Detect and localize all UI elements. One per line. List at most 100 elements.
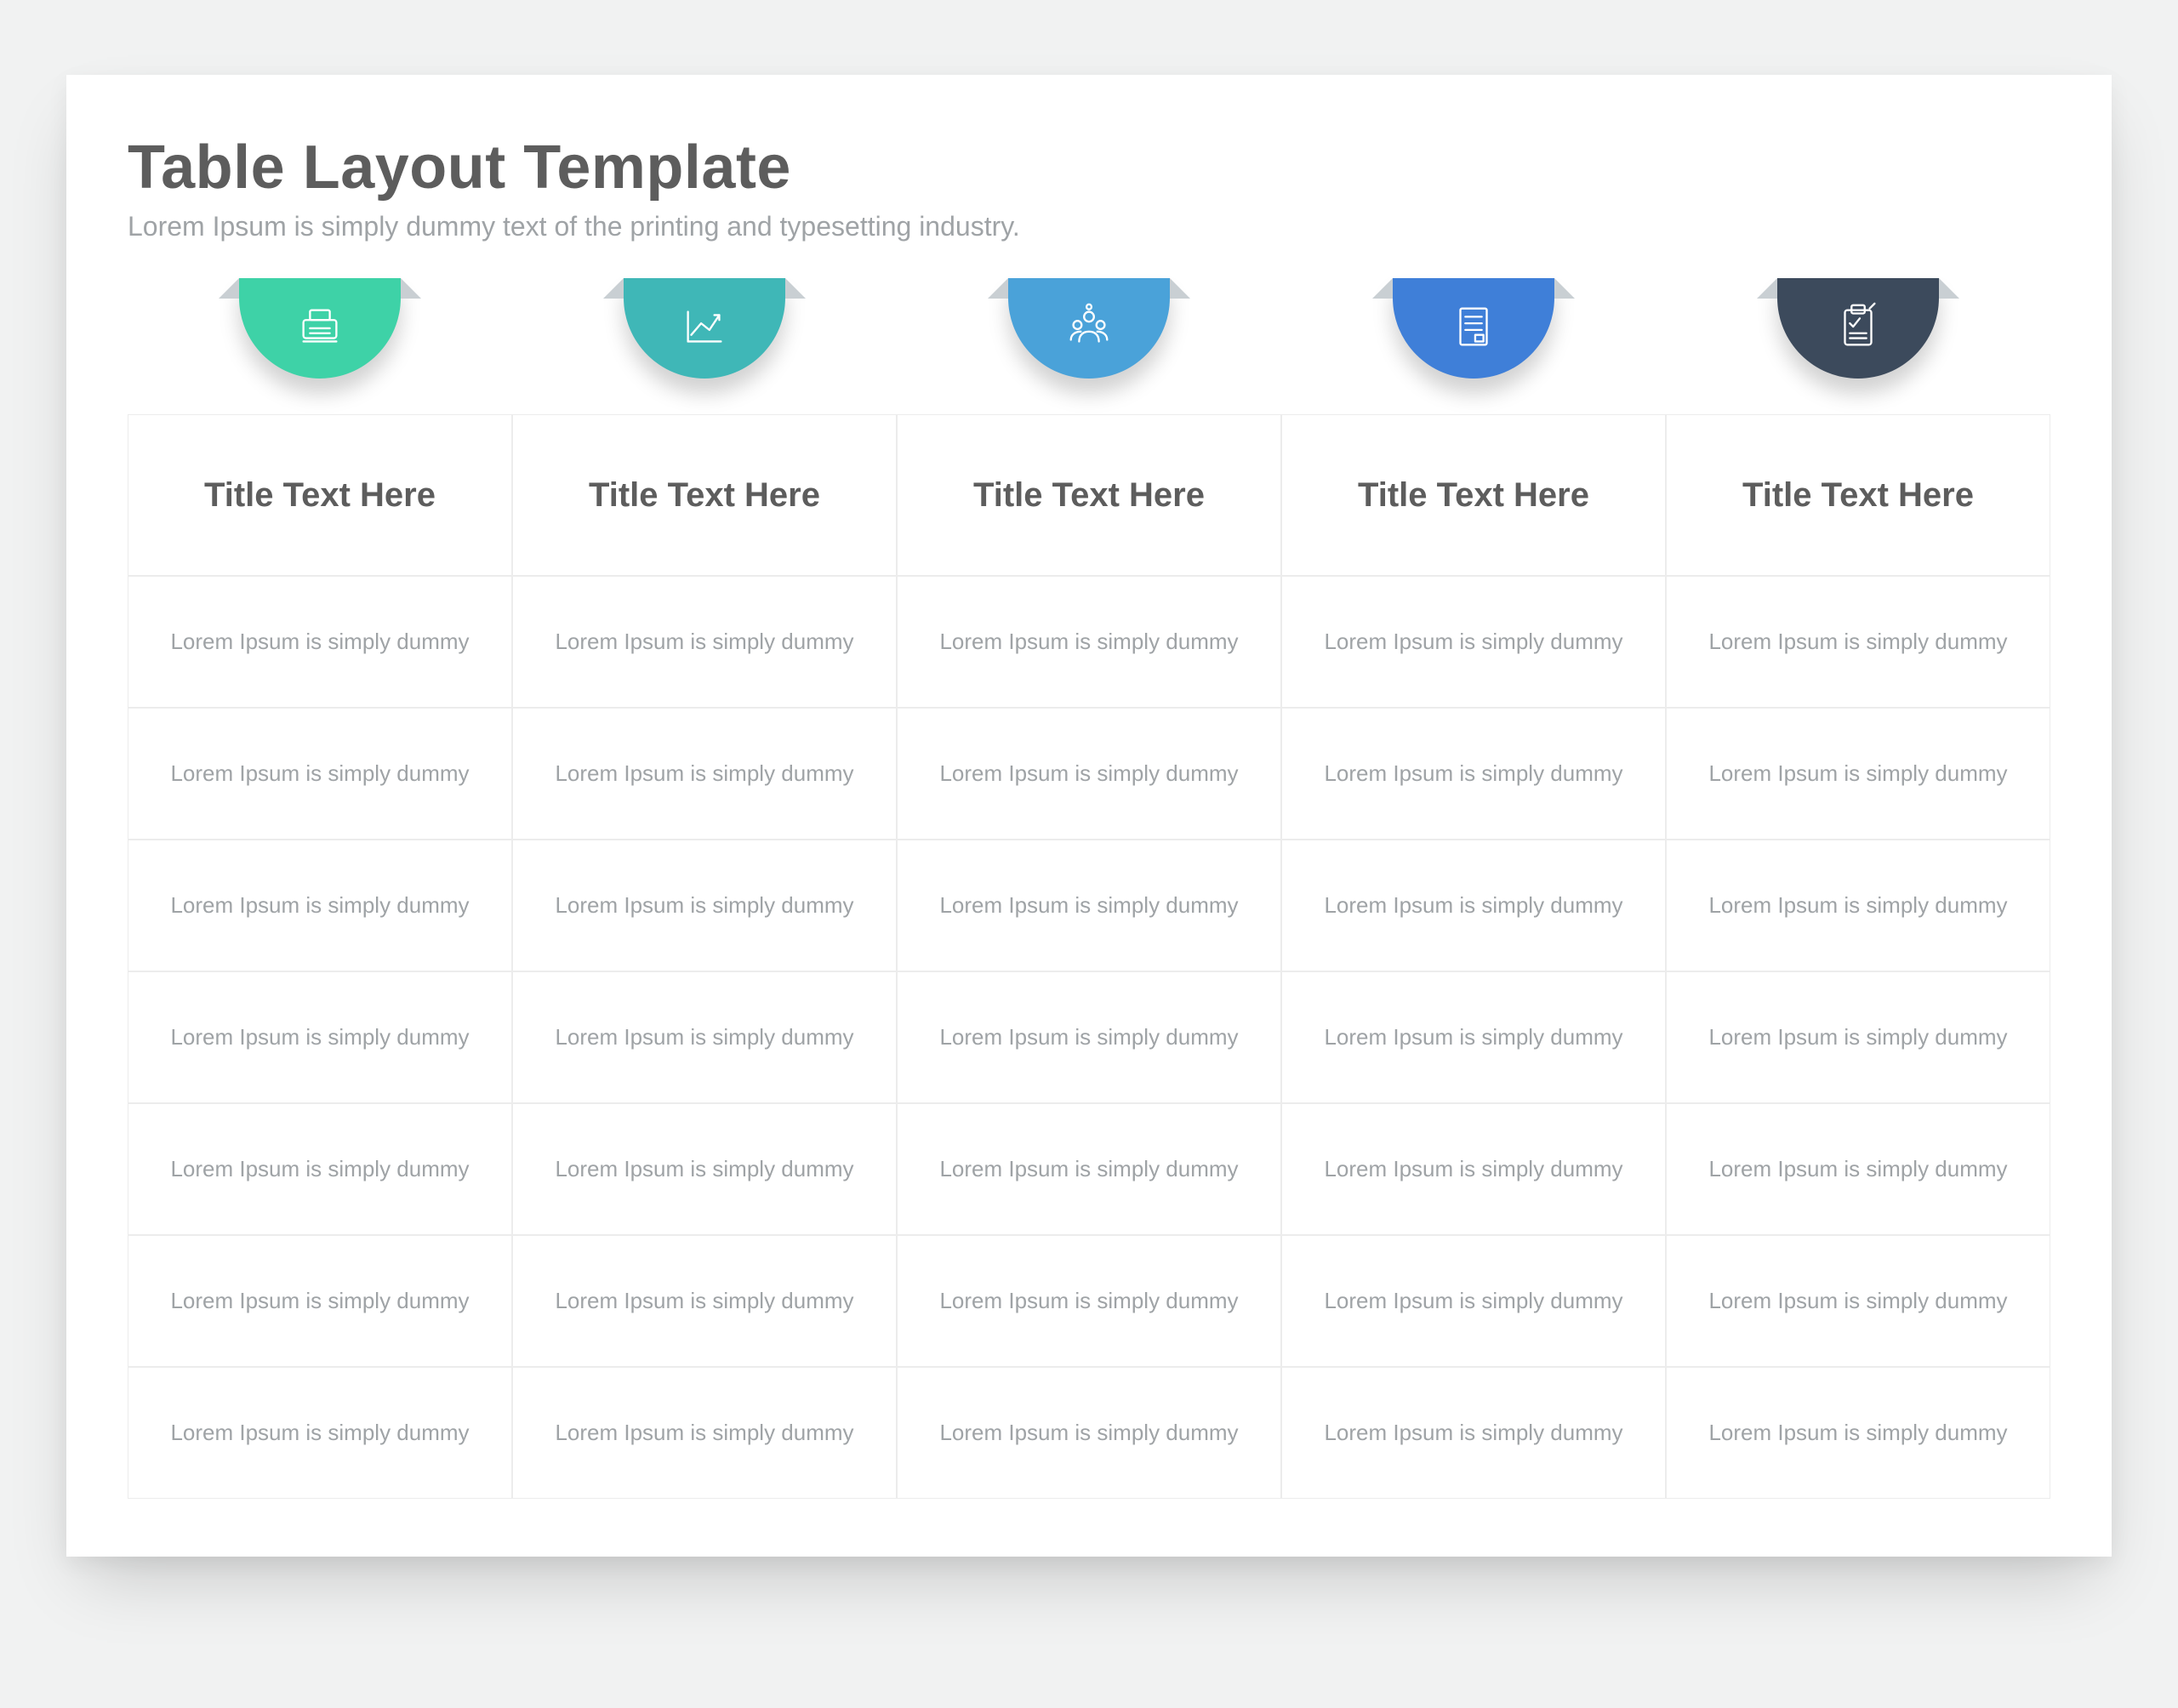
- column-header: Title Text Here: [897, 414, 1281, 576]
- table-cell: Lorem Ipsum is simply dummy: [1281, 708, 1666, 840]
- table-cell-text: Lorem Ipsum is simply dummy: [170, 629, 469, 655]
- table-cell: Lorem Ipsum is simply dummy: [512, 971, 897, 1103]
- clipboard-icon: [1832, 300, 1884, 357]
- table-cell-text: Lorem Ipsum is simply dummy: [939, 1024, 1238, 1050]
- table-cell: Lorem Ipsum is simply dummy: [512, 1367, 897, 1499]
- tab-fold-right: [1554, 278, 1575, 299]
- table-cell-text: Lorem Ipsum is simply dummy: [1324, 760, 1622, 787]
- table-cell-text: Lorem Ipsum is simply dummy: [939, 760, 1238, 787]
- table-cell: Lorem Ipsum is simply dummy: [128, 576, 512, 708]
- document-icon: [1447, 300, 1500, 357]
- table-cell-text: Lorem Ipsum is simply dummy: [939, 1420, 1238, 1446]
- table-cell: Lorem Ipsum is simply dummy: [897, 971, 1281, 1103]
- table-cell: Lorem Ipsum is simply dummy: [897, 1367, 1281, 1499]
- table-cell: Lorem Ipsum is simply dummy: [1666, 1103, 2050, 1235]
- team-icon: [1063, 300, 1115, 357]
- table-cell-text: Lorem Ipsum is simply dummy: [1708, 760, 2007, 787]
- tab-fold-left: [1372, 278, 1393, 299]
- tab-fold-right: [1170, 278, 1190, 299]
- table-cell-text: Lorem Ipsum is simply dummy: [939, 1156, 1238, 1182]
- table-cell-text: Lorem Ipsum is simply dummy: [555, 1156, 853, 1182]
- column-tab-row: [66, 259, 2112, 414]
- tab-fold-left: [988, 278, 1008, 299]
- chart-icon: [678, 300, 731, 357]
- table-cell-text: Lorem Ipsum is simply dummy: [1324, 629, 1622, 655]
- column-tab-3: [897, 278, 1281, 414]
- table-cell-text: Lorem Ipsum is simply dummy: [170, 892, 469, 919]
- column-header: Title Text Here: [1666, 414, 2050, 576]
- table-cell: Lorem Ipsum is simply dummy: [512, 840, 897, 971]
- table-cell-text: Lorem Ipsum is simply dummy: [1708, 1024, 2007, 1050]
- table-cell-text: Lorem Ipsum is simply dummy: [555, 1420, 853, 1446]
- column-tab-2: [512, 278, 897, 414]
- tab-fold-right: [785, 278, 806, 299]
- column-tab-badge: [1777, 278, 1939, 379]
- table-cell: Lorem Ipsum is simply dummy: [128, 1235, 512, 1367]
- table-cell: Lorem Ipsum is simply dummy: [1666, 840, 2050, 971]
- table-cell: Lorem Ipsum is simply dummy: [897, 1235, 1281, 1367]
- table-cell: Lorem Ipsum is simply dummy: [897, 708, 1281, 840]
- table-cell: Lorem Ipsum is simply dummy: [1666, 1235, 2050, 1367]
- column-tab-4: [1281, 278, 1666, 414]
- table-cell: Lorem Ipsum is simply dummy: [128, 1367, 512, 1499]
- column-tab-badge: [624, 278, 785, 379]
- table-cell: Lorem Ipsum is simply dummy: [1281, 576, 1666, 708]
- table-cell-text: Lorem Ipsum is simply dummy: [555, 892, 853, 919]
- table-cell-text: Lorem Ipsum is simply dummy: [555, 760, 853, 787]
- table-cell: Lorem Ipsum is simply dummy: [1666, 1367, 2050, 1499]
- table-cell-text: Lorem Ipsum is simply dummy: [939, 629, 1238, 655]
- table-cell: Lorem Ipsum is simply dummy: [1281, 840, 1666, 971]
- table-cell: Lorem Ipsum is simply dummy: [1281, 971, 1666, 1103]
- column-tab-1: [128, 278, 512, 414]
- page-subtitle: Lorem Ipsum is simply dummy text of the …: [128, 211, 2050, 242]
- table-cell-text: Lorem Ipsum is simply dummy: [555, 1024, 853, 1050]
- tab-fold-left: [1757, 278, 1777, 299]
- table-cell: Lorem Ipsum is simply dummy: [1281, 1367, 1666, 1499]
- page-title: Table Layout Template: [128, 133, 2050, 202]
- slide: Table Layout Template Lorem Ipsum is sim…: [66, 75, 2112, 1557]
- table-cell: Lorem Ipsum is simply dummy: [512, 1103, 897, 1235]
- column-header-label: Title Text Here: [204, 476, 436, 515]
- column-header-label: Title Text Here: [1742, 476, 1974, 515]
- tab-fold-right: [401, 278, 421, 299]
- table-cell-text: Lorem Ipsum is simply dummy: [1708, 1288, 2007, 1314]
- column-header: Title Text Here: [128, 414, 512, 576]
- column-header-label: Title Text Here: [589, 476, 820, 515]
- table-cell-text: Lorem Ipsum is simply dummy: [1324, 1420, 1622, 1446]
- typewriter-icon: [294, 300, 346, 357]
- column-tab-badge: [1393, 278, 1554, 379]
- table-cell-text: Lorem Ipsum is simply dummy: [1708, 1420, 2007, 1446]
- table-cell: Lorem Ipsum is simply dummy: [1666, 576, 2050, 708]
- table-cell-text: Lorem Ipsum is simply dummy: [555, 1288, 853, 1314]
- table-cell: Lorem Ipsum is simply dummy: [1281, 1103, 1666, 1235]
- tab-fold-left: [603, 278, 624, 299]
- table-cell: Lorem Ipsum is simply dummy: [512, 708, 897, 840]
- table-cell: Lorem Ipsum is simply dummy: [128, 840, 512, 971]
- data-table: Title Text Here Title Text Here Title Text…: [128, 414, 2050, 1499]
- column-tab-5: [1666, 278, 2050, 414]
- table-cell: Lorem Ipsum is simply dummy: [128, 1103, 512, 1235]
- slide-header: Table Layout Template Lorem Ipsum is sim…: [66, 75, 2112, 259]
- table-cell-text: Lorem Ipsum is simply dummy: [939, 1288, 1238, 1314]
- table-cell: Lorem Ipsum is simply dummy: [1666, 971, 2050, 1103]
- table-cell: Lorem Ipsum is simply dummy: [1666, 708, 2050, 840]
- table-cell: Lorem Ipsum is simply dummy: [897, 576, 1281, 708]
- table-cell-text: Lorem Ipsum is simply dummy: [1708, 892, 2007, 919]
- table-cell: Lorem Ipsum is simply dummy: [1281, 1235, 1666, 1367]
- table-cell-text: Lorem Ipsum is simply dummy: [1324, 1156, 1622, 1182]
- table-cell-text: Lorem Ipsum is simply dummy: [1708, 1156, 2007, 1182]
- table-cell-text: Lorem Ipsum is simply dummy: [170, 1156, 469, 1182]
- table-cell-text: Lorem Ipsum is simply dummy: [1324, 892, 1622, 919]
- table-cell-text: Lorem Ipsum is simply dummy: [170, 1420, 469, 1446]
- column-header-label: Title Text Here: [973, 476, 1205, 515]
- table-cell-text: Lorem Ipsum is simply dummy: [170, 760, 469, 787]
- table-cell-text: Lorem Ipsum is simply dummy: [939, 892, 1238, 919]
- table-cell: Lorem Ipsum is simply dummy: [897, 1103, 1281, 1235]
- table-cell-text: Lorem Ipsum is simply dummy: [1324, 1024, 1622, 1050]
- table-cell: Lorem Ipsum is simply dummy: [128, 708, 512, 840]
- column-header-label: Title Text Here: [1358, 476, 1589, 515]
- column-header: Title Text Here: [1281, 414, 1666, 576]
- table-cell: Lorem Ipsum is simply dummy: [128, 971, 512, 1103]
- column-tab-badge: [1008, 278, 1170, 379]
- tab-fold-right: [1939, 278, 1959, 299]
